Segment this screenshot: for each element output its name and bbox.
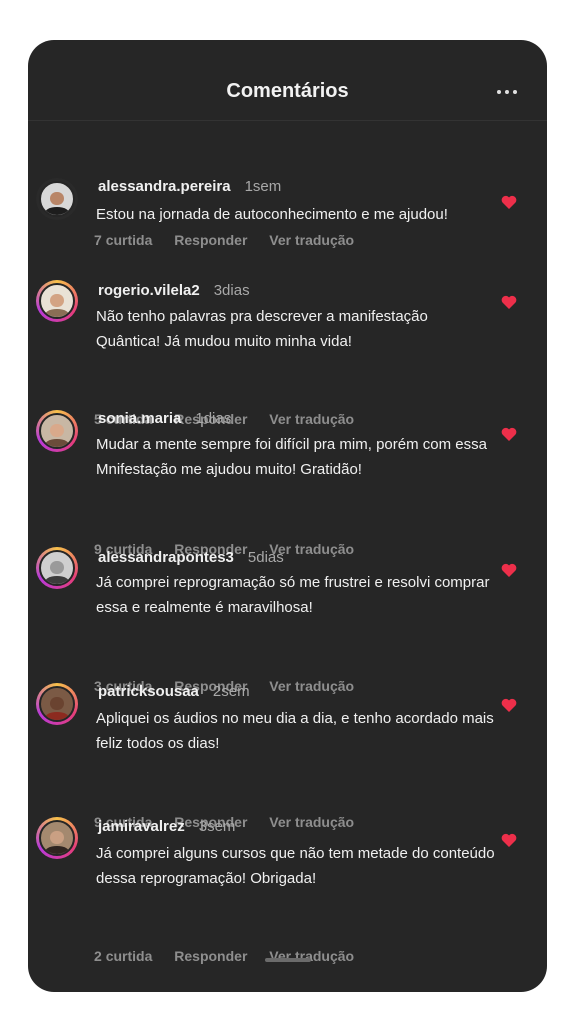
heart-icon[interactable] bbox=[501, 295, 517, 309]
comment-text: Apliquei os áudios no meu dia a dia, e t… bbox=[96, 710, 494, 752]
comment-time: 3dias bbox=[213, 282, 250, 299]
username-text[interactable]: rogerio.vilela2 bbox=[98, 282, 200, 299]
avatar-photo bbox=[39, 283, 75, 319]
likes-count-button[interactable]: 7 curtida bbox=[94, 232, 152, 248]
comment-time: 1dias bbox=[195, 410, 232, 427]
avatar-photo bbox=[39, 181, 75, 217]
comment-text: Já comprei reprogramação só me frustrei … bbox=[96, 574, 490, 616]
comments-header: Comentários bbox=[28, 40, 547, 121]
avatar[interactable] bbox=[36, 683, 78, 725]
comment-username[interactable]: sonia.maria 1dias bbox=[98, 410, 231, 427]
home-indicator[interactable] bbox=[264, 958, 311, 962]
avatar-photo bbox=[39, 550, 75, 586]
comment-text: Não tenho palavras pra descrever a manif… bbox=[96, 308, 428, 350]
comment-text: Estou na jornada de autoconhecimento e m… bbox=[96, 206, 448, 223]
comment-time: 5dias bbox=[247, 549, 284, 566]
translate-button[interactable]: Ver tradução bbox=[269, 678, 354, 694]
comment-actions: 2 curtida Responder Ver tradução bbox=[94, 948, 372, 964]
translate-button[interactable]: Ver tradução bbox=[269, 814, 354, 830]
translate-button[interactable]: Ver tradução bbox=[269, 411, 354, 427]
heart-icon[interactable] bbox=[501, 427, 517, 441]
heart-icon[interactable] bbox=[501, 698, 517, 712]
avatar[interactable] bbox=[36, 817, 78, 859]
likes-count-button[interactable]: 2 curtida bbox=[94, 948, 152, 964]
comments-sheet: Comentários alessandra.pereira 1sem Estou… bbox=[28, 40, 547, 992]
avatar[interactable] bbox=[36, 178, 78, 220]
avatar-photo bbox=[39, 413, 75, 449]
comment-time: 2sem bbox=[212, 683, 250, 700]
avatar[interactable] bbox=[36, 280, 78, 322]
avatar-photo bbox=[39, 686, 75, 722]
reply-button[interactable]: Responder bbox=[174, 948, 247, 964]
more-options-icon[interactable] bbox=[497, 89, 517, 95]
comment-username[interactable]: alessandra.pereira 1sem bbox=[98, 178, 281, 195]
username-text[interactable]: alessandra.pereira bbox=[98, 178, 231, 195]
comment-username[interactable]: alessandrapontes3 5dias bbox=[98, 549, 284, 566]
comment-username[interactable]: rogerio.vilela2 3dias bbox=[98, 282, 250, 299]
comment-actions: 7 curtida Responder Ver tradução bbox=[94, 232, 372, 248]
username-text[interactable]: alessandrapontes3 bbox=[98, 549, 234, 566]
comment-time: 3sem bbox=[198, 818, 236, 835]
username-text[interactable]: jamiravalrez bbox=[98, 818, 185, 835]
reply-button[interactable]: Responder bbox=[174, 232, 247, 248]
comment-text: Já comprei alguns cursos que não tem met… bbox=[96, 845, 495, 887]
username-text[interactable]: sonia.maria bbox=[98, 410, 181, 427]
comment-username[interactable]: jamiravalrez 3sem bbox=[98, 818, 235, 835]
avatar-photo bbox=[39, 820, 75, 856]
avatar[interactable] bbox=[36, 547, 78, 589]
username-text[interactable]: patricksousaa bbox=[98, 683, 199, 700]
comment-time: 1sem bbox=[244, 178, 282, 195]
comment-text: Mudar a mente sempre foi difícil pra mim… bbox=[96, 436, 487, 478]
translate-button[interactable]: Ver tradução bbox=[269, 232, 354, 248]
comment-username[interactable]: patricksousaa 2sem bbox=[98, 683, 250, 700]
heart-icon[interactable] bbox=[501, 563, 517, 577]
page-title: Comentários bbox=[226, 80, 349, 102]
avatar[interactable] bbox=[36, 410, 78, 452]
heart-icon[interactable] bbox=[501, 195, 517, 209]
heart-icon[interactable] bbox=[501, 833, 517, 847]
